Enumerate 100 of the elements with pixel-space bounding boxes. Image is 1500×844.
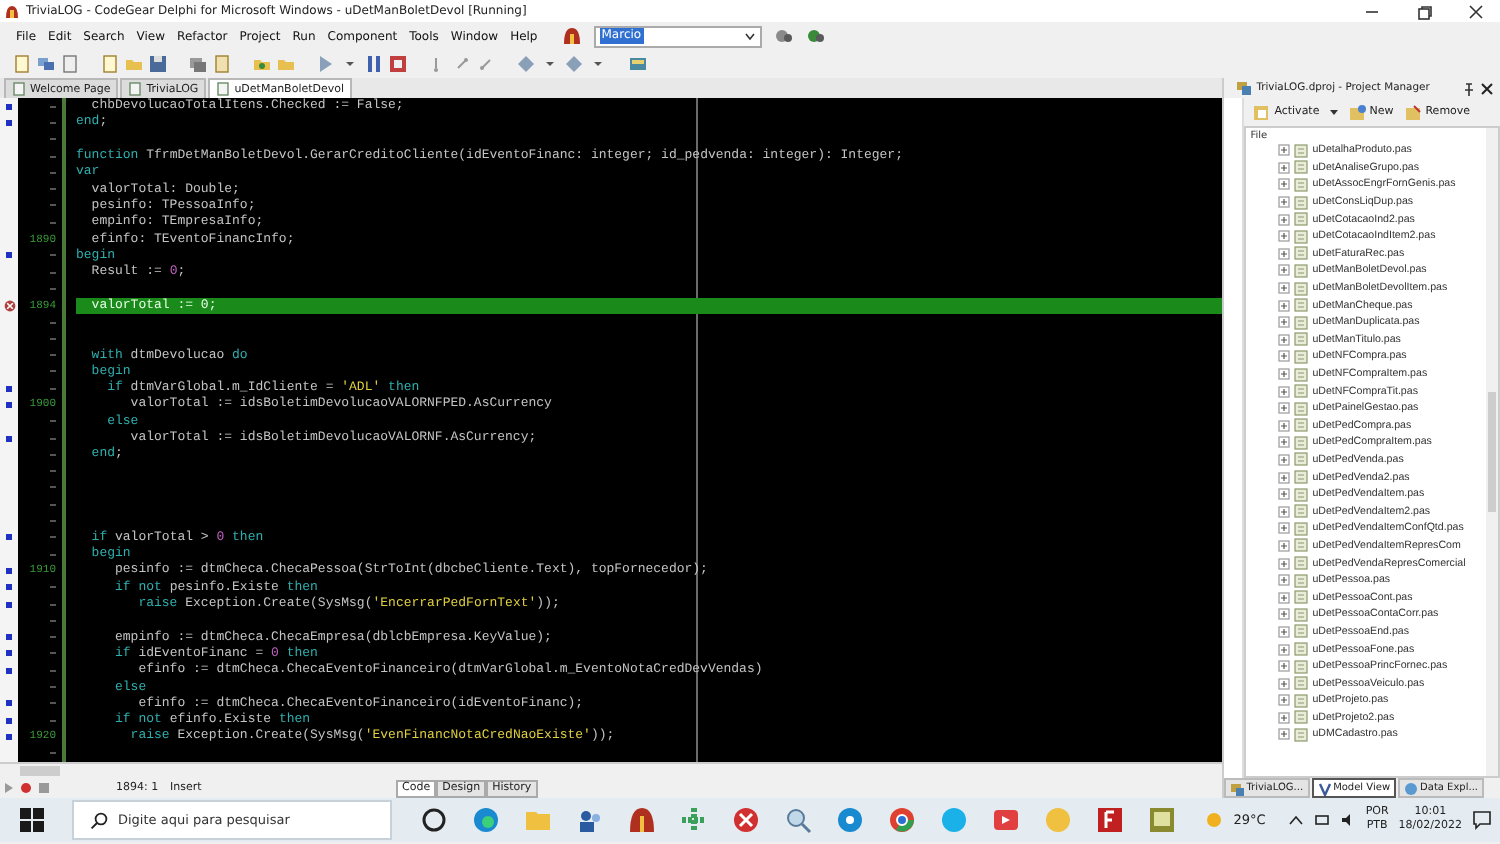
expand-icon[interactable]	[1278, 368, 1291, 381]
folder-icon[interactable]	[252, 54, 272, 74]
expand-icon[interactable]	[1278, 660, 1291, 673]
expand-icon[interactable]	[1278, 643, 1291, 656]
expand-icon[interactable]	[1278, 213, 1291, 226]
helmet-icon[interactable]	[628, 806, 656, 834]
expand-icon[interactable]	[1278, 264, 1291, 277]
gutter-tick	[50, 287, 56, 290]
close-icon[interactable]	[1480, 81, 1494, 95]
code-editor[interactable]	[0, 98, 1223, 762]
expand-icon[interactable]	[1278, 711, 1291, 724]
project-icon	[1230, 781, 1245, 795]
save-icon[interactable]	[148, 54, 168, 74]
gutter-tick	[50, 354, 56, 357]
circle-icon[interactable]	[420, 806, 448, 834]
vertical-scrollbar[interactable]	[1486, 128, 1498, 776]
pin-icon[interactable]	[1462, 81, 1476, 95]
expand-icon[interactable]	[1278, 488, 1291, 501]
gutter-tick	[50, 453, 56, 456]
file-icon	[216, 82, 231, 96]
expand-icon[interactable]	[1278, 144, 1291, 157]
model-icon	[1317, 781, 1332, 795]
search-icon	[90, 811, 108, 829]
gutter-tick	[50, 171, 56, 174]
cross-icon[interactable]	[680, 806, 708, 834]
gutter-tick	[50, 503, 56, 506]
expand-icon[interactable]	[1278, 608, 1291, 621]
expand-icon[interactable]	[1278, 436, 1291, 449]
book-icon[interactable]	[628, 54, 648, 74]
play-icon[interactable]	[4, 782, 14, 794]
expand-icon[interactable]	[1278, 453, 1291, 466]
windows-icon[interactable]	[188, 54, 208, 74]
folder-icon	[1403, 103, 1422, 121]
windows-icon[interactable]	[36, 54, 56, 74]
new-file-icon[interactable]	[12, 54, 32, 74]
expand-icon[interactable]	[1278, 299, 1291, 312]
expand-icon[interactable]	[1278, 161, 1291, 174]
expand-icon[interactable]	[1278, 419, 1291, 432]
expand-icon[interactable]	[1278, 591, 1291, 604]
gutter-tick	[50, 636, 56, 639]
weather-icon	[1203, 810, 1224, 830]
gutter-tick	[50, 520, 56, 523]
globe-icon	[1404, 781, 1419, 795]
expand-icon[interactable]	[1278, 728, 1291, 741]
caret-icon[interactable]	[1327, 106, 1340, 118]
expand-icon[interactable]	[1278, 694, 1291, 707]
windows-logo-icon[interactable]	[20, 808, 44, 832]
notification-icon[interactable]	[1472, 810, 1492, 830]
gutter-tick	[50, 686, 56, 689]
chevron-up-icon[interactable]	[1287, 812, 1304, 828]
expand-icon[interactable]	[1278, 247, 1291, 260]
document-icon[interactable]	[212, 54, 232, 74]
expand-icon[interactable]	[1278, 574, 1291, 587]
expand-icon[interactable]	[1278, 522, 1291, 535]
gutter-tick	[50, 337, 56, 340]
terminal-icon[interactable]	[1148, 806, 1176, 834]
record-icon[interactable]	[992, 806, 1020, 834]
expand-icon[interactable]	[1278, 402, 1291, 415]
gutter-tick	[50, 138, 56, 141]
stop-icon[interactable]	[38, 782, 50, 794]
app-icon[interactable]	[732, 806, 760, 834]
caret-icon	[743, 30, 756, 42]
document-icon[interactable]	[60, 54, 80, 74]
expand-icon[interactable]	[1278, 471, 1291, 484]
gutter-tick	[50, 121, 56, 124]
expand-icon[interactable]	[1278, 625, 1291, 638]
file-icon	[12, 82, 26, 96]
pause-icon[interactable]	[364, 54, 384, 74]
magnifier-icon[interactable]	[784, 806, 812, 834]
new-file-icon[interactable]	[100, 54, 120, 74]
expand-icon[interactable]	[1278, 282, 1291, 295]
expand-icon[interactable]	[1278, 539, 1291, 552]
gutter-tick	[50, 752, 56, 755]
expand-icon[interactable]	[1278, 178, 1291, 191]
stop-icon[interactable]	[388, 54, 408, 74]
gutter-tick	[50, 470, 56, 473]
file-icon	[128, 82, 143, 96]
gutter-tick	[50, 188, 56, 191]
expand-icon[interactable]	[1278, 557, 1291, 570]
helmet-icon[interactable]	[561, 26, 582, 46]
horizontal-scrollbar[interactable]	[0, 762, 1223, 778]
expand-icon[interactable]	[1278, 505, 1291, 518]
expand-icon[interactable]	[1278, 385, 1291, 398]
maximize-icon[interactable]	[1416, 3, 1432, 19]
expand-icon[interactable]	[1278, 230, 1291, 243]
record-icon[interactable]	[20, 782, 32, 794]
close-icon[interactable]	[1468, 3, 1484, 19]
helmet-icon	[4, 3, 20, 19]
expand-icon[interactable]	[1278, 316, 1291, 329]
folder-icon	[1347, 103, 1366, 121]
gutter-tick	[50, 619, 56, 622]
expand-icon[interactable]	[1278, 333, 1291, 346]
expand-icon[interactable]	[1278, 677, 1291, 690]
volume-icon[interactable]	[1339, 812, 1356, 828]
browser-icon[interactable]	[888, 806, 916, 834]
people-icon[interactable]	[576, 806, 604, 834]
expand-icon[interactable]	[1278, 350, 1291, 363]
network-icon[interactable]	[1313, 812, 1330, 828]
expand-icon[interactable]	[1278, 196, 1291, 209]
browser-icon[interactable]	[472, 806, 500, 834]
